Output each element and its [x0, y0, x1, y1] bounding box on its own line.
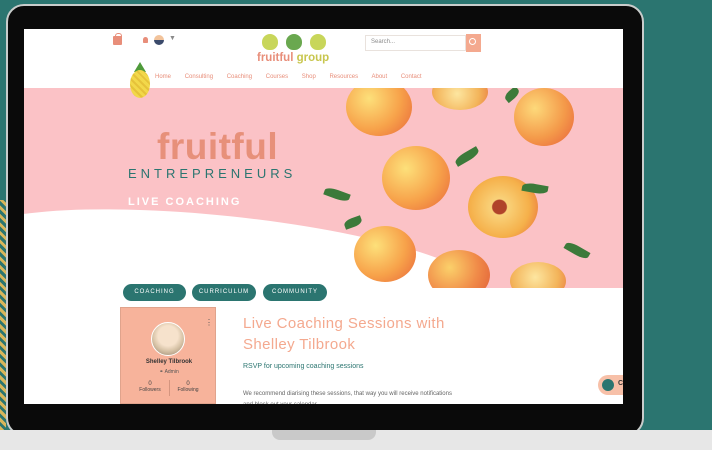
leaf-decoration — [563, 240, 591, 261]
following-stat[interactable]: 0 Following — [173, 381, 203, 393]
nav-courses[interactable]: Courses — [266, 74, 288, 80]
following-label: Following — [177, 387, 199, 393]
chat-icon — [602, 379, 614, 391]
followers-label: Followers — [139, 387, 161, 393]
apple-icon — [310, 34, 326, 50]
nav-contact[interactable]: Contact — [401, 74, 422, 80]
apple-icon — [262, 34, 278, 50]
logo-text-group: group — [296, 52, 330, 64]
hero-banner — [24, 88, 623, 288]
leaf-decoration — [453, 146, 481, 167]
laptop-notch — [272, 430, 376, 440]
key-icon: ⚭ — [159, 369, 164, 375]
chevron-down-icon[interactable]: ▼ — [169, 35, 176, 42]
divider — [169, 380, 170, 396]
nav-about[interactable]: About — [371, 74, 387, 80]
leaf-decoration — [323, 185, 351, 204]
logo-text-fruitful: fruitful — [257, 52, 294, 64]
nav-coaching[interactable]: Coaching — [227, 74, 252, 80]
search-icon — [469, 38, 476, 45]
coaching-pill-button[interactable]: COACHING — [123, 284, 186, 301]
profile-role: ⚭ Admin — [121, 369, 217, 375]
peach-image — [428, 250, 490, 288]
search-button[interactable] — [466, 34, 481, 52]
main-nav: Home Consulting Coaching Courses Shop Re… — [155, 74, 434, 80]
curriculum-pill-button[interactable]: CURRICULUM — [192, 284, 256, 301]
followers-stat[interactable]: 0 Followers — [135, 381, 165, 393]
peach-image — [346, 88, 412, 136]
website-screen: ▼ fruitful group Search... Home Consulti… — [24, 29, 623, 404]
nav-resources[interactable]: Resources — [329, 74, 358, 80]
search-input[interactable]: Search... — [365, 35, 466, 51]
hero-tagline: LIVE COACHING — [128, 196, 242, 208]
peach-image — [510, 262, 566, 288]
hero-brand-word: fruitful — [157, 126, 279, 167]
avatar[interactable] — [151, 322, 185, 356]
role-label: Admin — [164, 369, 179, 375]
community-pill-button[interactable]: COMMUNITY — [263, 284, 327, 301]
peach-image — [382, 146, 450, 210]
pineapple-icon — [129, 62, 151, 100]
search-placeholder: Search... — [371, 39, 396, 45]
intro-paragraph: We recommend diarising these sessions, t… — [243, 391, 452, 404]
chat-widget[interactable]: C — [598, 375, 623, 395]
nav-shop[interactable]: Shop — [302, 74, 316, 80]
nav-home[interactable]: Home — [155, 74, 171, 80]
user-avatar[interactable] — [154, 35, 164, 45]
chat-label: C — [618, 380, 623, 387]
rsvp-subtitle: RSVP for upcoming coaching sessions — [243, 363, 364, 370]
more-options-icon[interactable]: ⋮ — [205, 318, 213, 327]
peach-image — [432, 88, 488, 110]
notification-bell-icon[interactable] — [143, 37, 148, 43]
leaf-decoration — [343, 215, 363, 230]
hero-brand-sub: ENTREPRENEURS — [128, 166, 297, 181]
page-title: Live Coaching Sessions with Shelley Tilb… — [243, 315, 445, 353]
apple-icon — [286, 34, 302, 50]
peach-image — [354, 226, 416, 282]
pineapple-body — [130, 70, 150, 98]
site-logo[interactable]: fruitful group — [257, 52, 329, 64]
shopping-bag-icon[interactable] — [113, 33, 122, 45]
profile-card: ⋮ Shelley Tilbrook ⚭ Admin 0 Followers 0… — [120, 307, 216, 404]
logo-icon[interactable] — [260, 32, 330, 52]
profile-name[interactable]: Shelley Tilbrook — [121, 359, 217, 365]
peach-image — [514, 88, 574, 146]
nav-consulting[interactable]: Consulting — [185, 74, 213, 80]
